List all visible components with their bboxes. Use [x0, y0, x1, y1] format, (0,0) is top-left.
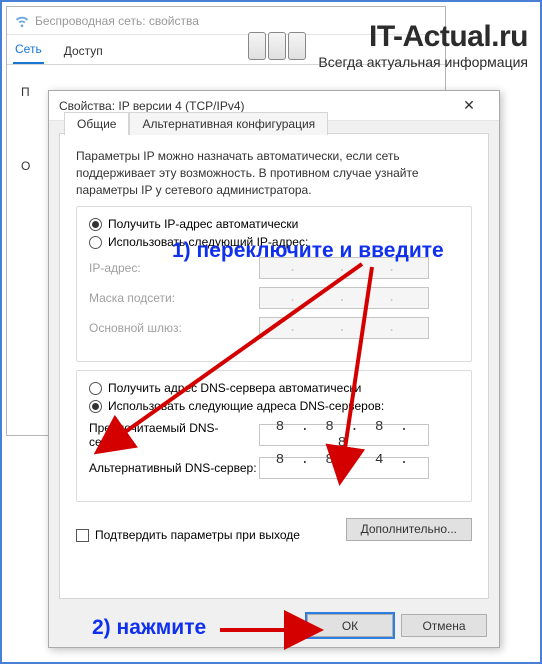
ip-address-input: . . .	[259, 257, 429, 279]
dns-alternate-label: Альтернативный DNS-сервер:	[89, 461, 259, 475]
dialog-footer: ОК Отмена	[59, 614, 487, 637]
dialog-tabs: Общие Альтернативная конфигурация	[64, 112, 328, 135]
dns-group: Получить адрес DNS-сервера автоматически…	[76, 370, 472, 502]
radio-icon	[89, 236, 102, 249]
radio-icon	[89, 400, 102, 413]
bg-titlebar: Беспроводная сеть: свойства	[7, 7, 445, 35]
radio-icon	[89, 218, 102, 231]
tab-general[interactable]: Общие	[64, 112, 129, 135]
dialog-body: Общие Альтернативная конфигурация Параме…	[59, 133, 489, 599]
bg-row-letter-2: О	[21, 159, 39, 173]
subnet-mask-label: Маска подсети:	[89, 291, 259, 305]
radio-ip-auto[interactable]: Получить IP-адрес автоматически	[89, 217, 459, 231]
close-icon: ✕	[463, 97, 475, 114]
close-button[interactable]: ✕	[449, 93, 489, 119]
tab-alt-config[interactable]: Альтернативная конфигурация	[129, 112, 328, 135]
info-text: Параметры IP можно назначать автоматичес…	[76, 148, 472, 198]
radio-dns-manual[interactable]: Использовать следующие адреса DNS-сервер…	[89, 399, 459, 413]
radio-dns-manual-label: Использовать следующие адреса DNS-сервер…	[108, 399, 384, 413]
subnet-mask-input: . . .	[259, 287, 429, 309]
radio-ip-auto-label: Получить IP-адрес автоматически	[108, 217, 298, 231]
dialog-title: Свойства: IP версии 4 (TCP/IPv4)	[59, 99, 245, 113]
dns-alternate-input[interactable]: 8 . 8 . 4 . 4	[259, 457, 429, 479]
bg-title: Беспроводная сеть: свойства	[35, 14, 199, 28]
ip-group: Получить IP-адрес автоматически Использо…	[76, 206, 472, 362]
checkbox-icon	[76, 529, 89, 542]
bg-tab-network[interactable]: Сеть	[13, 36, 44, 64]
cancel-button[interactable]: Отмена	[401, 614, 487, 637]
bg-tab-access[interactable]: Доступ	[62, 38, 105, 64]
bg-row-letter: П	[21, 85, 39, 99]
radio-dns-auto-label: Получить адрес DNS-сервера автоматически	[108, 381, 361, 395]
radio-icon	[89, 382, 102, 395]
gateway-label: Основной шлюз:	[89, 321, 259, 335]
confirm-checkbox-label: Подтвердить параметры при выходе	[95, 528, 300, 542]
confirm-checkbox[interactable]: Подтвердить параметры при выходе	[76, 528, 300, 542]
bg-tabs: Сеть Доступ	[7, 35, 445, 65]
radio-ip-manual-label: Использовать следующий IP-адрес:	[108, 235, 308, 249]
advanced-button[interactable]: Дополнительно...	[346, 518, 472, 541]
radio-dns-auto[interactable]: Получить адрес DNS-сервера автоматически	[89, 381, 459, 395]
gateway-input: . . .	[259, 317, 429, 339]
radio-ip-manual[interactable]: Использовать следующий IP-адрес:	[89, 235, 459, 249]
wifi-icon	[15, 14, 29, 28]
ip-address-label: IP-адрес:	[89, 261, 259, 275]
dns-preferred-input[interactable]: 8 . 8 . 8 . 8	[259, 424, 429, 446]
ok-button[interactable]: ОК	[307, 614, 393, 637]
ipv4-properties-dialog: Свойства: IP версии 4 (TCP/IPv4) ✕ Общие…	[48, 90, 500, 648]
dns-preferred-label: Предпочитаемый DNS-сервер:	[89, 421, 259, 449]
